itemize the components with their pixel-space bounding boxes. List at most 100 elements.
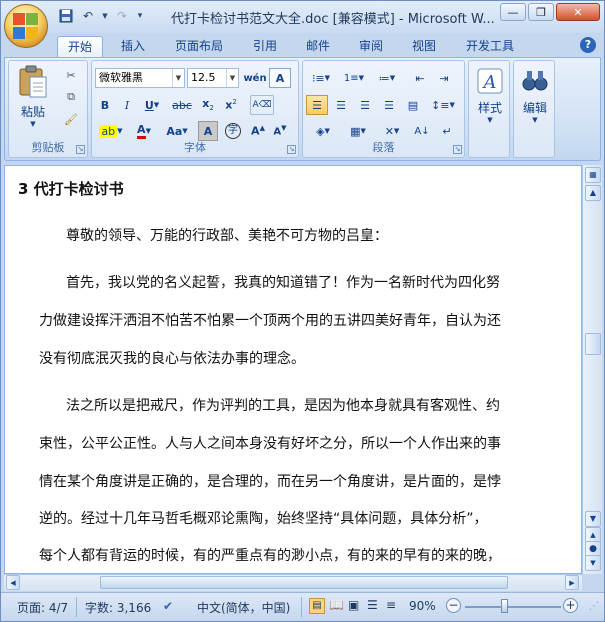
scissors-icon: ✂ [66,68,76,82]
numbering-button[interactable]: 1≡ ▼ [339,68,369,88]
show-marks-button[interactable]: ↵ [436,121,458,141]
subscript-icon: x2 [202,97,214,113]
bold-icon: B [100,98,110,112]
tab-mailings[interactable]: 邮件 [298,36,338,57]
tab-review[interactable]: 审阅 [351,36,391,57]
paragraph-launcher-icon[interactable]: ↘ [453,145,462,154]
font-color-button[interactable]: A ▼ [130,121,158,141]
align-left-icon: ☰ [312,98,322,112]
tab-insert[interactable]: 插入 [113,36,153,57]
page-count[interactable]: 页面: 4/7 [17,599,68,616]
line-spacing-button[interactable]: ↕≡ ▼ [428,95,458,115]
tab-developer[interactable]: 开发工具 [458,36,522,57]
next-page-icon[interactable]: ▼ [585,555,601,571]
zoom-slider-track[interactable] [465,606,561,608]
ribbon: 粘贴 ▼ ✂ ⧉ 🖌 剪贴板 ↘ 微软雅黑 ▼ 12.5 ▼ wén A B I… [4,57,601,161]
grow-font-button[interactable]: A▲ [248,121,268,141]
vertical-scrollbar[interactable]: ▦ ▲ ▼ ▲ ● ▼ [582,165,602,574]
redo-icon[interactable]: ↷ [113,7,131,25]
superscript-button[interactable]: x2 [221,95,241,115]
tab-references[interactable]: 引用 [245,36,285,57]
borders-button[interactable]: ▦ ▼ [343,121,373,141]
scroll-down-icon[interactable]: ▼ [585,511,601,527]
proofing-icon[interactable]: ✔︎ [163,599,173,613]
character-border-button[interactable]: A [269,68,291,88]
undo-icon[interactable]: ↶ [79,7,97,25]
shading-button[interactable]: ◈ ▼ [306,121,340,141]
vertical-scroll-thumb[interactable] [585,333,601,355]
align-left-button[interactable]: ☰ [306,95,328,115]
font-size-combo[interactable]: 12.5 ▼ [187,68,239,88]
restore-button[interactable]: ❐ [528,3,554,21]
zoom-level[interactable]: 90% [409,599,436,613]
document-page[interactable]: 3 代打卡检讨书 尊敬的领导、万能的行政部、美艳不可方物的吕皇： 首先，我以党的… [4,165,582,574]
horizontal-scrollbar[interactable]: ◀ ▶ [4,574,582,591]
sort-button[interactable]: A↓ [411,121,433,141]
styles-button[interactable]: A 样式 ▼ [471,67,509,137]
copy-button[interactable]: ⧉ [61,87,81,107]
scroll-right-icon[interactable]: ▶ [565,575,579,590]
save-icon[interactable] [57,7,75,25]
print-layout-view-icon[interactable]: ▤ [309,598,325,614]
scroll-up-icon[interactable]: ▲ [585,185,601,201]
clear-formatting-button[interactable]: A⌫ [250,95,274,115]
zoom-in-icon[interactable]: + [563,598,578,613]
outline-view-icon[interactable]: ☰ [367,598,378,612]
customize-qat-icon[interactable]: ▾ [135,7,145,25]
align-right-button[interactable]: ☰ [354,95,376,115]
format-painter-button[interactable]: 🖌 [61,109,81,129]
tab-home[interactable]: 开始 [57,36,103,57]
tab-view[interactable]: 视图 [404,36,444,57]
shading-icon: ◈ [316,124,325,138]
strikethrough-button[interactable]: abc [169,95,195,115]
cut-button[interactable]: ✂ [61,65,81,85]
paste-button[interactable]: 粘贴 ▼ [15,65,51,135]
language-indicator[interactable]: 中文(简体，中国) [197,599,290,616]
minimize-icon: — [507,5,519,19]
underline-icon: U [144,98,154,112]
clipboard-launcher-icon[interactable]: ↘ [76,145,85,154]
font-name-combo[interactable]: 微软雅黑 ▼ [95,68,185,88]
underline-button[interactable]: U ▼ [139,95,165,115]
zoom-slider-thumb[interactable] [501,599,508,613]
distributed-button[interactable]: ▤ [402,95,424,115]
multilevel-list-button[interactable]: ≔ ▼ [372,68,402,88]
highlight-button[interactable]: ab ▼ [95,121,127,141]
change-case-button[interactable]: Aa ▼ [162,121,192,141]
subscript-button[interactable]: x2 [198,95,218,115]
change-case-icon: Aa [166,124,183,138]
enclose-characters-button[interactable]: 字 [222,121,244,141]
help-icon[interactable]: ? [580,37,596,53]
increase-indent-button[interactable]: ⇥ [433,68,455,88]
borders-icon: ▦ [350,124,361,138]
decrease-indent-button[interactable]: ⇤ [409,68,431,88]
justify-button[interactable]: ☰ [378,95,400,115]
character-shading-button[interactable]: A [198,121,218,141]
shrink-font-button[interactable]: A▼ [270,121,290,141]
scroll-left-icon[interactable]: ◀ [6,575,20,590]
align-center-icon: ☰ [336,98,346,112]
chinese-layout-button[interactable]: ✕ ▼ [377,121,407,141]
zoom-out-icon[interactable]: − [446,598,461,613]
resize-grip-icon[interactable]: ⋰ [589,601,599,612]
office-button[interactable] [4,4,48,48]
web-layout-view-icon[interactable]: ▣ [348,598,359,612]
italic-button[interactable]: I [117,95,137,115]
undo-dropdown-icon[interactable]: ▼ [101,7,109,25]
editing-button[interactable]: 编辑 ▼ [516,67,554,137]
align-center-button[interactable]: ☰ [330,95,352,115]
close-button[interactable]: ✕ [556,3,600,21]
phonetic-guide-button[interactable]: wén [243,68,267,88]
minimize-button[interactable]: — [500,3,526,21]
font-launcher-icon[interactable]: ↘ [287,145,296,154]
bold-button[interactable]: B [95,95,115,115]
document-line-1: 尊敬的领导、万能的行政部、美艳不可方物的吕皇： [66,228,388,244]
bullets-button[interactable]: ⁝≡ ▼ [306,68,336,88]
bullets-icon: ⁝≡ [311,71,325,85]
draft-view-icon[interactable]: ≡ [386,598,396,612]
word-count[interactable]: 字数: 3,166 [85,599,151,616]
horizontal-scroll-thumb[interactable] [100,576,508,589]
full-screen-reading-view-icon[interactable]: 📖 [329,598,344,612]
tab-page-layout[interactable]: 页面布局 [167,36,231,57]
ruler-toggle-icon[interactable]: ▦ [585,167,601,183]
